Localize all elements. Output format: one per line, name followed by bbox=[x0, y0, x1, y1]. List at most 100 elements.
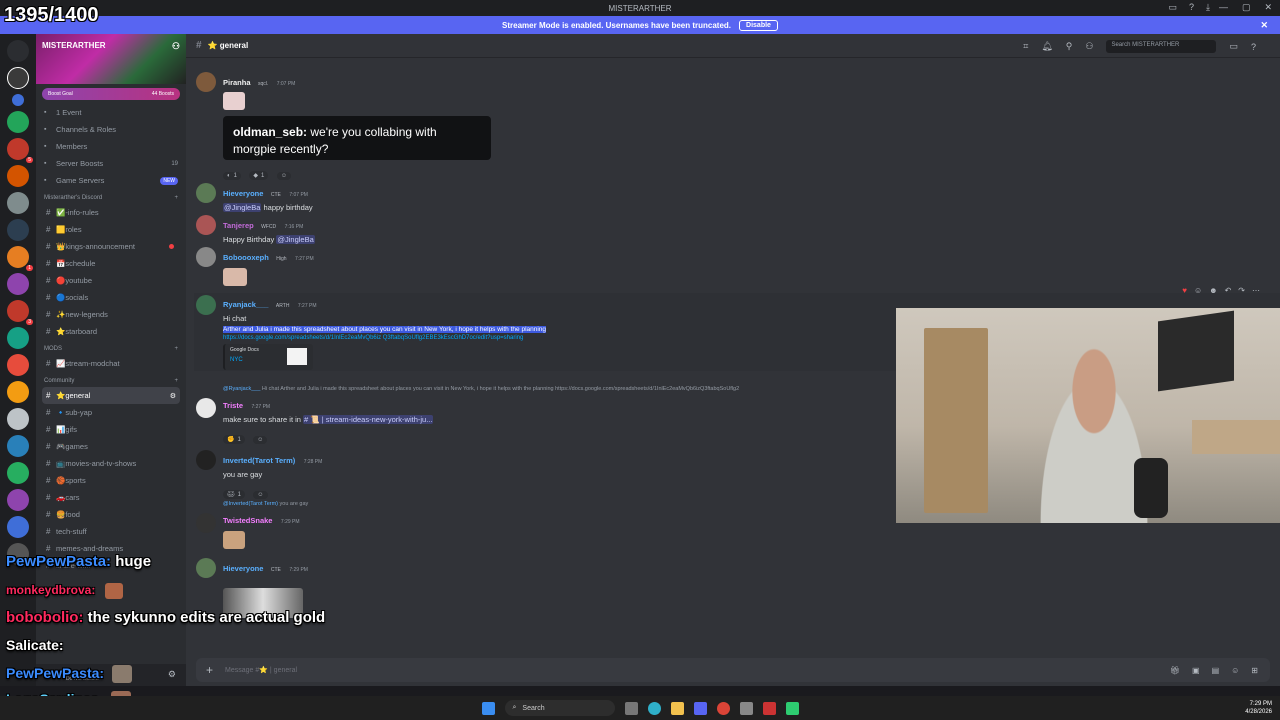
server-icon[interactable] bbox=[7, 408, 29, 430]
message-composer[interactable]: + Message #⭐ | general 🎁︎ ▣ ▤ ☺ ⊞ bbox=[196, 658, 1270, 682]
reaction[interactable]: ◐ 1 bbox=[223, 172, 241, 180]
discord-app-icon[interactable] bbox=[693, 701, 707, 715]
channel-item[interactable]: # ✅-info-rules bbox=[42, 204, 180, 221]
avatar[interactable] bbox=[196, 72, 216, 92]
channel-item[interactable]: # 🏀sports bbox=[42, 472, 180, 489]
channel-item[interactable]: # 🍔food bbox=[42, 506, 180, 523]
taskbar-search[interactable]: ⌕ Search bbox=[504, 700, 615, 716]
message-author[interactable]: Boboooxeph bbox=[223, 253, 269, 262]
server-icon[interactable] bbox=[7, 327, 29, 349]
sidebar-menu-item[interactable]: ▪ Channels & Roles bbox=[36, 121, 186, 138]
boost-goal-bar[interactable]: Boost Goal 44 Boosts bbox=[42, 88, 180, 100]
message-author[interactable]: Piranha bbox=[223, 78, 251, 87]
download-icon[interactable]: ⤓ bbox=[1206, 2, 1210, 13]
add-channel-icon[interactable]: + bbox=[174, 195, 178, 201]
message-author[interactable]: Ryanjack___ bbox=[223, 300, 268, 309]
inbox-icon[interactable]: ▭ bbox=[1229, 41, 1238, 52]
server-icon[interactable] bbox=[7, 273, 29, 295]
app-icon[interactable] bbox=[739, 701, 753, 715]
message-author[interactable]: Triste bbox=[223, 401, 243, 410]
server-icon[interactable] bbox=[7, 40, 29, 62]
help-icon[interactable]: ? bbox=[1189, 2, 1194, 13]
channel-category[interactable]: MODS + bbox=[36, 340, 186, 355]
channel-item[interactable]: # ✨new-legends bbox=[42, 306, 180, 323]
server-icon[interactable]: 5 bbox=[7, 138, 33, 163]
edge-icon[interactable] bbox=[647, 701, 661, 715]
add-member-icon[interactable]: ⚇ bbox=[172, 41, 180, 52]
add-reaction-button[interactable]: ☺ bbox=[276, 172, 291, 180]
message[interactable]: Tanjerep WFCD 7:16 PM Happy Birthday @Ji… bbox=[194, 215, 1280, 244]
inbox-icon[interactable]: ▭ bbox=[1168, 2, 1177, 13]
channel-item[interactable]: # ⭐general ⚙ bbox=[42, 387, 180, 404]
server-icon[interactable] bbox=[12, 94, 24, 106]
message-author[interactable]: Hieveryone bbox=[223, 189, 263, 198]
message[interactable]: Hieveryone CTE 7:29 PM bbox=[194, 558, 1280, 618]
sidebar-menu-item[interactable]: ▪ Server Boosts 19 bbox=[36, 155, 186, 172]
user-mention[interactable]: @JingleBa bbox=[223, 203, 262, 212]
link-embed[interactable]: Google Docs NYC bbox=[223, 344, 313, 370]
channel-item[interactable]: # 🔴youtube bbox=[42, 272, 180, 289]
server-icon[interactable] bbox=[7, 165, 29, 187]
chrome-icon[interactable] bbox=[716, 701, 730, 715]
avatar[interactable] bbox=[196, 247, 216, 267]
close-window-button[interactable]: ✕ bbox=[1264, 2, 1272, 13]
server-icon[interactable] bbox=[7, 435, 29, 457]
maximize-button[interactable]: ▢ bbox=[1242, 2, 1251, 13]
gift-icon[interactable]: 🎁︎ bbox=[1170, 666, 1180, 675]
server-icon[interactable] bbox=[7, 516, 29, 538]
settings-icon[interactable]: ⚙ bbox=[168, 669, 176, 680]
channel-item[interactable]: # 🚗cars bbox=[42, 489, 180, 506]
message[interactable]: Boboooxeph High 7:27 PM bbox=[194, 247, 1280, 286]
server-icon[interactable] bbox=[7, 67, 29, 89]
reply-preview[interactable]: @Ryanjack___ Hi chat Arther and Julia i … bbox=[223, 386, 923, 392]
server-icon[interactable] bbox=[7, 111, 29, 133]
reaction[interactable]: 🐸︎ 1 bbox=[223, 490, 245, 499]
avatar[interactable] bbox=[196, 215, 216, 235]
server-icon[interactable] bbox=[7, 354, 29, 376]
server-icon[interactable] bbox=[7, 381, 29, 403]
reply-author[interactable]: @Ryanjack___ bbox=[223, 386, 260, 392]
channel-item[interactable]: # 👑kings-announcement bbox=[42, 238, 180, 255]
avatar[interactable] bbox=[196, 295, 216, 315]
channel-category[interactable]: Community + bbox=[36, 372, 186, 387]
members-list-icon[interactable]: ⚇ bbox=[1085, 41, 1093, 52]
sidebar-menu-item[interactable]: ▪ Members bbox=[36, 138, 186, 155]
avatar[interactable] bbox=[196, 513, 216, 533]
avatar[interactable] bbox=[196, 450, 216, 470]
add-channel-icon[interactable]: + bbox=[174, 378, 178, 384]
message-author[interactable]: Tanjerep bbox=[223, 221, 254, 230]
avatar[interactable] bbox=[196, 183, 216, 203]
channel-item[interactable]: # 🔹sub-yap bbox=[42, 404, 180, 421]
channel-item[interactable]: # tech-stuff bbox=[42, 523, 180, 540]
server-icon[interactable] bbox=[7, 219, 29, 241]
threads-icon[interactable]: ⌗ bbox=[1023, 41, 1028, 52]
server-icon[interactable]: 3 bbox=[7, 300, 33, 325]
message-author[interactable]: Inverted(Tarot Term) bbox=[223, 456, 295, 465]
channel-item[interactable]: # 🎮games bbox=[42, 438, 180, 455]
channel-category[interactable]: Misterarther's Discord + bbox=[36, 189, 186, 204]
sticker-icon[interactable]: ▤ bbox=[1212, 666, 1220, 675]
app-icon[interactable] bbox=[762, 701, 776, 715]
add-channel-icon[interactable]: + bbox=[174, 346, 178, 352]
add-reaction-button[interactable]: ☺ bbox=[253, 436, 268, 444]
app-icon[interactable] bbox=[785, 701, 799, 715]
apps-icon[interactable]: ⊞ bbox=[1251, 666, 1258, 675]
disable-streamer-mode-button[interactable]: Disable bbox=[739, 19, 778, 31]
reaction[interactable]: ◆ 1 bbox=[249, 171, 269, 180]
message-author[interactable]: TwistedSnake bbox=[223, 516, 272, 525]
channel-mention[interactable]: # 📜 | stream-ideas-new-york-with-ju... bbox=[303, 415, 434, 424]
message-author[interactable]: Hieveryone bbox=[223, 564, 263, 573]
channel-settings-icon[interactable]: ⚙ bbox=[170, 392, 176, 400]
sidebar-menu-item[interactable]: ▪ 1 Event bbox=[36, 104, 186, 121]
server-icon[interactable]: 1 bbox=[7, 246, 33, 271]
gif-icon[interactable]: ▣ bbox=[1192, 666, 1200, 675]
channel-item[interactable]: # 📊gifs bbox=[42, 421, 180, 438]
server-icon[interactable] bbox=[7, 489, 29, 511]
server-icon[interactable] bbox=[7, 462, 29, 484]
avatar[interactable] bbox=[196, 398, 216, 418]
channel-item[interactable]: # 🔵socials bbox=[42, 289, 180, 306]
server-header[interactable]: MISTERARTHER ⚇ bbox=[36, 34, 186, 84]
bell-icon[interactable]: 🔔︎ bbox=[1041, 41, 1052, 52]
user-mention[interactable]: @JingleBa bbox=[276, 235, 315, 244]
windows-start-icon[interactable] bbox=[481, 701, 495, 715]
